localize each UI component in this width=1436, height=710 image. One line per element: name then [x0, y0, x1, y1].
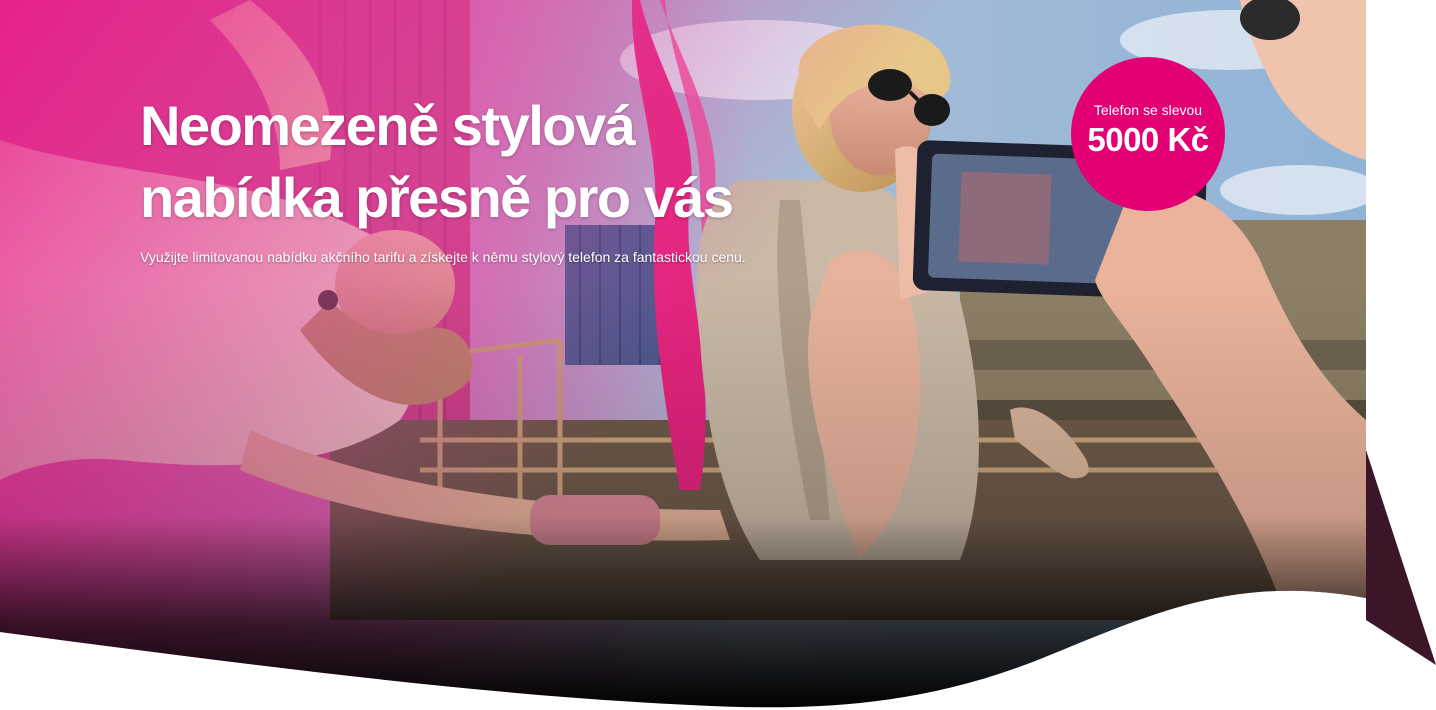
badge-caption: Telefon se slevou: [1093, 102, 1203, 118]
hero-heading-line-1: Neomezeně stylová: [140, 94, 636, 157]
hero-subtitle: Využijte limitovanou nabídku akčního tar…: [140, 249, 746, 265]
badge-amount: 5000 Kč: [1087, 121, 1209, 158]
hero-heading: Neomezeně stylová nabídka přesně pro vás: [140, 90, 780, 234]
discount-badge: Telefon se slevou 5000 Kč: [1071, 57, 1225, 211]
hero-heading-line-2: nabídka přesně pro vás: [140, 166, 734, 229]
hero-banner: Neomezeně stylová nabídka přesně pro vás…: [0, 0, 1436, 710]
